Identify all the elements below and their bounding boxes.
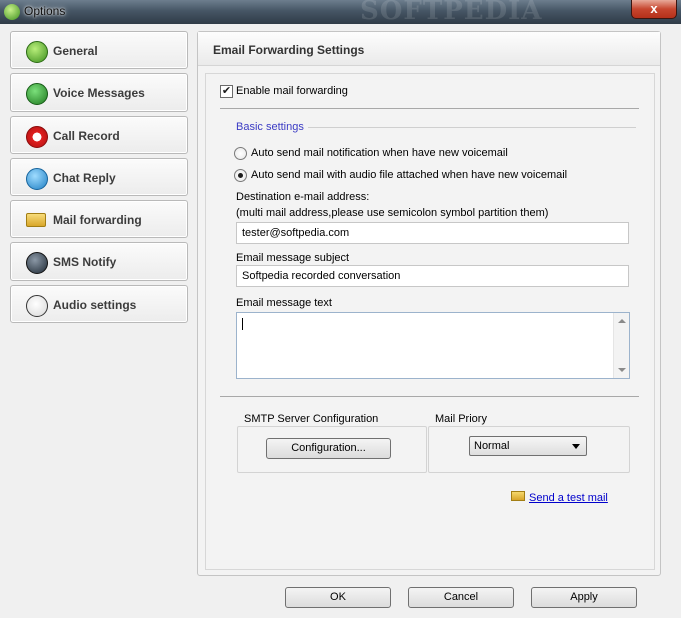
enable-forwarding-label[interactable]: Enable mail forwarding xyxy=(236,85,348,97)
close-icon: x xyxy=(650,1,658,16)
configuration-button[interactable]: Configuration... xyxy=(266,438,391,459)
chevron-down-icon xyxy=(572,444,580,449)
sms-icon xyxy=(26,252,48,274)
window-title: Options xyxy=(24,4,66,18)
speaker-icon xyxy=(26,295,48,317)
title-bar: SOFTPEDIA Options x xyxy=(0,0,681,26)
close-button[interactable]: x xyxy=(631,0,677,19)
notify-radio-label[interactable]: Auto send mail notification when have ne… xyxy=(251,147,508,159)
sidebar-item-label: Mail forwarding xyxy=(53,213,142,227)
sidebar-item-label: Audio settings xyxy=(53,298,137,312)
sidebar-item-audio-settings[interactable]: Audio settings xyxy=(10,285,188,323)
destination-hint: (multi mail address,please use semicolon… xyxy=(236,207,549,219)
sidebar-item-label: Call Record xyxy=(53,129,120,143)
mail-icon xyxy=(511,491,525,501)
basic-settings-label: Basic settings xyxy=(236,121,304,133)
subject-input[interactable]: Softpedia recorded conversation xyxy=(236,265,629,287)
sidebar-item-sms-notify[interactable]: SMS Notify xyxy=(10,242,188,281)
settings-panel: Email Forwarding Settings ✔ Enable mail … xyxy=(197,31,661,576)
text-caret xyxy=(242,318,243,330)
message-text-area[interactable] xyxy=(236,312,630,379)
apply-button[interactable]: Apply xyxy=(531,587,637,608)
sidebar-item-general[interactable]: General xyxy=(10,31,188,69)
sidebar-item-voice-messages[interactable]: Voice Messages xyxy=(10,73,188,112)
settings-content: ✔ Enable mail forwarding Basic settings … xyxy=(205,73,655,570)
divider xyxy=(308,127,636,128)
message-text-label: Email message text xyxy=(236,297,332,309)
record-icon xyxy=(26,126,48,148)
chat-bubble-icon xyxy=(26,168,48,190)
mail-priority-label: Mail Priory xyxy=(433,413,489,425)
divider xyxy=(220,108,639,109)
mail-priority-select[interactable]: Normal xyxy=(469,436,587,456)
message-scrollbar[interactable] xyxy=(613,313,629,378)
page-title: Email Forwarding Settings xyxy=(213,43,365,57)
destination-label: Destination e-mail address: xyxy=(236,191,370,203)
sidebar-item-chat-reply[interactable]: Chat Reply xyxy=(10,158,188,196)
sidebar-item-label: Chat Reply xyxy=(53,171,116,185)
mail-forward-icon xyxy=(26,213,46,227)
attach-audio-radio-label[interactable]: Auto send mail with audio file attached … xyxy=(251,169,567,181)
sidebar-item-mail-forwarding[interactable]: Mail forwarding xyxy=(10,200,188,238)
pm-icon xyxy=(26,41,48,63)
sidebar: General Voice Messages Call Record Chat … xyxy=(10,31,188,327)
ok-button[interactable]: OK xyxy=(285,587,391,608)
sidebar-item-call-record[interactable]: Call Record xyxy=(10,116,188,154)
sidebar-item-label: Voice Messages xyxy=(53,86,145,100)
phone-icon xyxy=(26,83,48,105)
cancel-button[interactable]: Cancel xyxy=(408,587,514,608)
attach-audio-radio[interactable] xyxy=(234,169,247,182)
destination-email-input[interactable]: tester@softpedia.com xyxy=(236,222,629,244)
app-icon xyxy=(4,4,20,20)
notify-radio[interactable] xyxy=(234,147,247,160)
mail-priority-value: Normal xyxy=(474,440,510,452)
scroll-down-icon[interactable] xyxy=(618,368,626,372)
enable-forwarding-checkbox[interactable]: ✔ xyxy=(220,85,233,98)
scroll-up-icon[interactable] xyxy=(618,319,626,323)
smtp-group-label: SMTP Server Configuration xyxy=(242,413,381,425)
send-test-mail-link[interactable]: Send a test mail xyxy=(529,492,608,504)
panel-header: Email Forwarding Settings xyxy=(198,32,660,66)
sidebar-item-label: General xyxy=(53,44,98,58)
subject-label: Email message subject xyxy=(236,252,350,264)
sidebar-item-label: SMS Notify xyxy=(53,255,117,269)
divider xyxy=(220,396,639,397)
watermark: SOFTPEDIA xyxy=(360,0,543,26)
